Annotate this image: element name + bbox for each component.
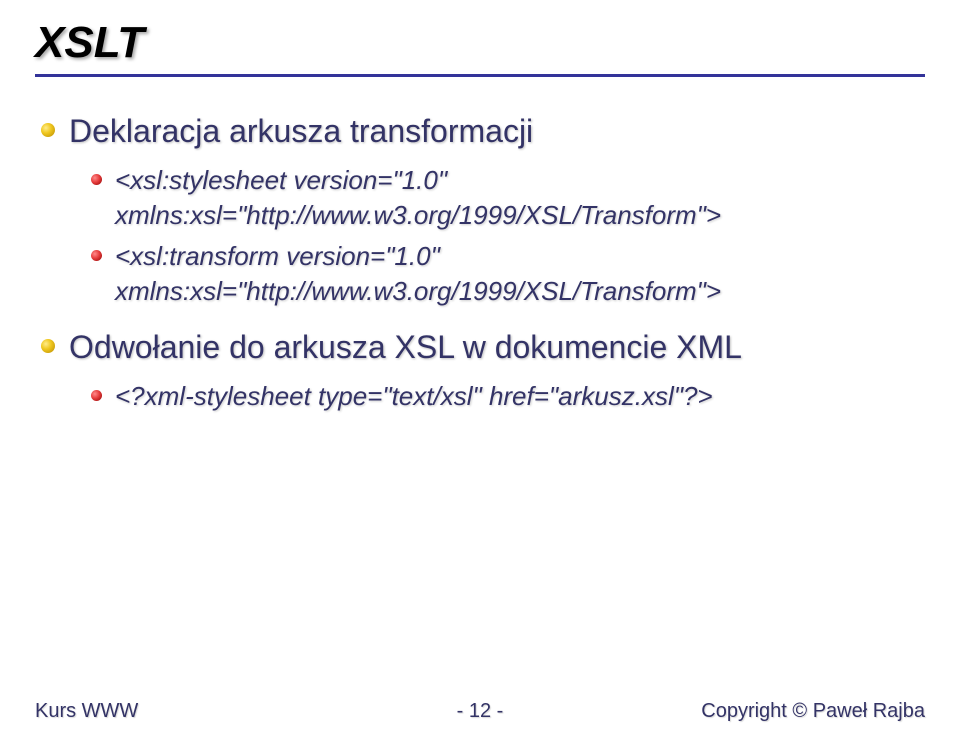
footer: Kurs WWW - 12 - Copyright © Paweł Rajba (35, 700, 925, 723)
subbullet-dot-icon (91, 250, 102, 261)
bullet-level1: Deklaracja arkusza transformacji (41, 111, 925, 151)
bullet-text: Odwołanie do arkusza XSL w dokumencie XM… (69, 327, 742, 367)
bullet-level2: <xsl:transform version="1.0" xmlns:xsl="… (91, 239, 925, 309)
bullet-level2: <xsl:stylesheet version="1.0" xmlns:xsl=… (91, 163, 925, 233)
bullet-level2: <?xml-stylesheet type="text/xsl" href="a… (91, 379, 925, 414)
slide-title: XSLT (35, 18, 925, 68)
bullet-text: Deklaracja arkusza transformacji (69, 111, 533, 151)
content-area: Deklaracja arkusza transformacji <xsl:st… (35, 111, 925, 414)
subbullet-text: <xsl:transform version="1.0" xmlns:xsl="… (115, 239, 925, 309)
subbullet-group: <?xml-stylesheet type="text/xsl" href="a… (41, 379, 925, 414)
subbullet-dot-icon (91, 174, 102, 185)
bullet-dot-icon (41, 123, 55, 137)
subbullet-text: <xsl:stylesheet version="1.0" xmlns:xsl=… (115, 163, 925, 233)
title-rule (35, 74, 925, 77)
subbullet-dot-icon (91, 390, 102, 401)
subbullet-text: <?xml-stylesheet type="text/xsl" href="a… (115, 379, 713, 414)
footer-center: - 12 - (457, 700, 504, 723)
bullet-dot-icon (41, 339, 55, 353)
bullet-level1: Odwołanie do arkusza XSL w dokumencie XM… (41, 327, 925, 367)
subbullet-group: <xsl:stylesheet version="1.0" xmlns:xsl=… (41, 163, 925, 309)
footer-right: Copyright © Paweł Rajba (701, 700, 925, 723)
footer-left: Kurs WWW (35, 700, 138, 723)
slide: XSLT Deklaracja arkusza transformacji <x… (0, 0, 960, 745)
